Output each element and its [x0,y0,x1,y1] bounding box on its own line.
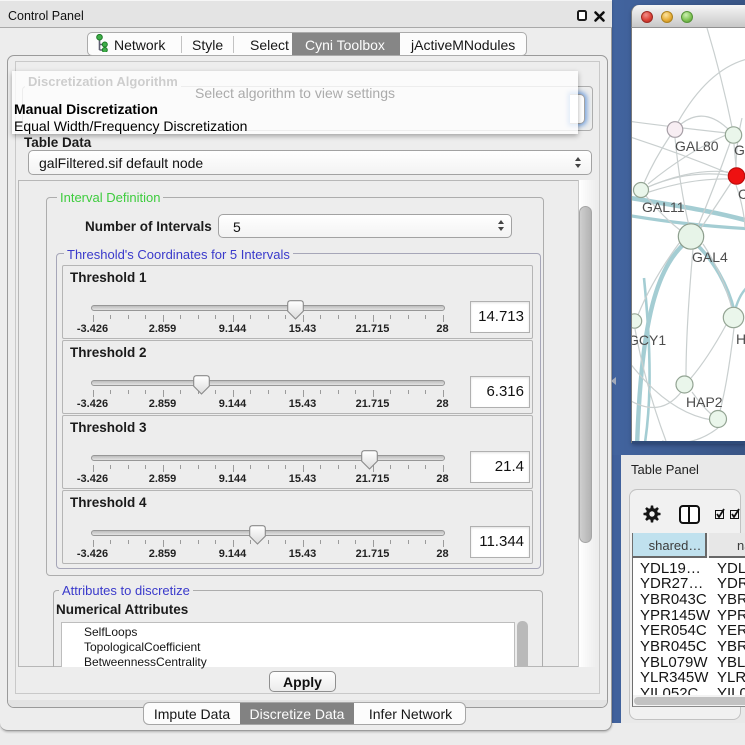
svg-text:C: C [738,186,745,202]
svg-text:GAL11: GAL11 [642,199,685,215]
svg-text:GAL80: GAL80 [675,138,719,154]
svg-text:GAL4: GAL4 [692,249,728,265]
svg-text:GA: GA [734,142,745,158]
svg-text:HAP2: HAP2 [686,394,723,410]
svg-text:H: H [736,331,745,347]
svg-text:GCY1: GCY1 [632,332,666,348]
